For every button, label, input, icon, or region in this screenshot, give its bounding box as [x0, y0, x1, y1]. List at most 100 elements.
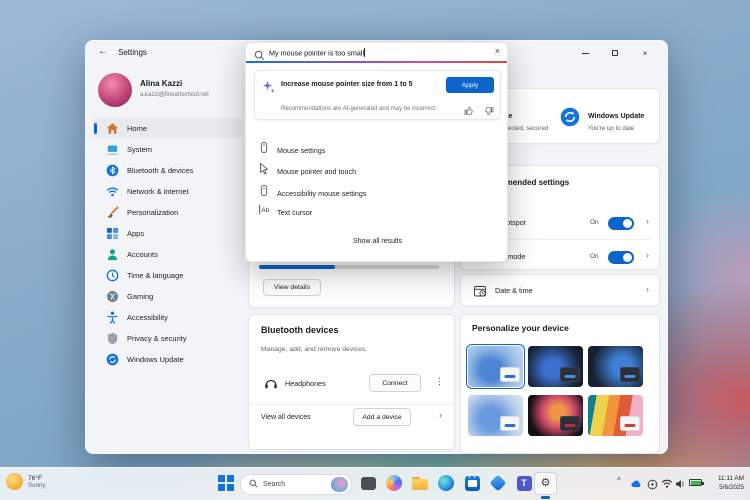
weather-widget[interactable]: 76°F Sunny [6, 473, 46, 490]
date-time-label: Date & time [495, 286, 533, 295]
task-view-button[interactable] [359, 474, 377, 492]
sidebar-item-personalization[interactable]: Personalization [93, 202, 243, 222]
security-icon[interactable] [647, 479, 658, 490]
update-icon [105, 352, 119, 366]
search-highlight-image [331, 477, 348, 492]
sidebar-item-label: Apps [127, 229, 144, 238]
sidebar-item-system[interactable]: System [93, 139, 243, 159]
theme-thumbnail-4[interactable] [468, 395, 523, 436]
m365-copilot-button[interactable] [489, 474, 507, 492]
search-result-text-cursor[interactable]: Ab Text cursor [246, 203, 509, 221]
settings-app-button-active[interactable]: ⚙ [534, 472, 557, 495]
hotspot-toggle[interactable] [608, 217, 634, 230]
user-email: a.kazzi@fineartschool.net [140, 92, 209, 98]
wifi-icon [105, 184, 119, 198]
suggestion-title: Increase mouse pointer size from 1 to 5 [281, 81, 413, 88]
search-result-mouse-pointer[interactable]: Mouse pointer and touch [246, 162, 509, 180]
store-button[interactable] [463, 474, 481, 492]
theme-thumbnail-1[interactable] [468, 346, 523, 387]
result-label: Text cursor [277, 208, 312, 217]
airplane-state: On [590, 253, 599, 260]
windows-update-icon [560, 107, 580, 132]
chevron-right-icon[interactable]: › [646, 251, 649, 260]
onedrive-icon[interactable] [630, 479, 643, 488]
personalize-card: Personalize your device [460, 314, 660, 454]
sidebar-item-time-language[interactable]: Time & language [93, 265, 243, 285]
text-caret [364, 48, 365, 57]
tray-wifi-icon[interactable] [661, 479, 673, 489]
sidebar-item-home[interactable]: Home [93, 118, 243, 138]
chevron-right-icon[interactable]: › [646, 217, 649, 226]
show-all-results-link[interactable]: Show all results [246, 238, 509, 245]
windows-logo-icon [218, 475, 234, 491]
more-options-icon[interactable]: ⋮ [435, 376, 444, 387]
sidebar-item-label: Home [127, 124, 147, 133]
sidebar-item-label: System [127, 145, 152, 154]
tray-chevron-up-icon[interactable]: ^ [617, 476, 621, 485]
sparkle-icon [262, 80, 275, 98]
file-explorer-button[interactable] [411, 474, 429, 492]
bluetooth-icon [105, 163, 119, 177]
storage-progress-track [259, 265, 439, 269]
taskbar-search[interactable]: Search [240, 474, 352, 495]
sidebar-item-accounts[interactable]: Accounts [93, 244, 243, 264]
m365-icon [490, 475, 507, 492]
desktop: ← Settings × Alina Kazzi a.kazzi@fineart… [0, 0, 750, 500]
theme-thumbnail-2[interactable] [528, 346, 583, 387]
volume-icon[interactable] [675, 479, 686, 489]
theme-thumbnail-5[interactable] [528, 395, 583, 436]
tray-time: 11:11 AM [718, 474, 744, 483]
update-card-status: You're up to date [588, 125, 634, 132]
connect-button[interactable]: Connect [369, 374, 421, 392]
theme-thumbnail-3[interactable] [588, 346, 643, 387]
sidebar-item-windows-update[interactable]: Windows Update [93, 349, 243, 369]
apply-button[interactable]: Apply [446, 77, 494, 93]
add-device-button[interactable]: Add a device [353, 408, 411, 426]
search-result-accessibility-mouse[interactable]: Accessibility mouse settings [246, 184, 509, 202]
date-time-row[interactable]: Date & time › [460, 274, 660, 306]
user-name: Alina Kazzi [140, 79, 182, 88]
sidebar-item-privacy[interactable]: Privacy & security [93, 328, 243, 348]
copilot-button[interactable] [385, 474, 403, 492]
sidebar-item-apps[interactable]: Apps [93, 223, 243, 243]
clock-widget[interactable]: 11:11 AM 5/6/2025 [718, 474, 744, 493]
edge-icon [438, 475, 454, 491]
sidebar-item-accessibility[interactable]: Accessibility [93, 307, 243, 327]
minimize-button[interactable] [573, 45, 597, 61]
sun-icon [6, 473, 23, 490]
bluetooth-title: Bluetooth devices [261, 325, 339, 335]
teams-button[interactable]: T [515, 474, 533, 492]
maximize-button[interactable] [603, 45, 627, 61]
search-input[interactable]: My mouse pointer is too small [269, 48, 365, 58]
bluetooth-subtitle: Manage, add, and remove devices. [261, 346, 367, 353]
teams-icon: T [517, 476, 532, 491]
clear-search-icon[interactable]: × [495, 46, 500, 56]
sidebar-item-network[interactable]: Network & internet [93, 181, 243, 201]
battery-icon[interactable] [689, 479, 702, 486]
device-name: Headphones [285, 379, 326, 388]
system-icon [105, 142, 119, 156]
thumbs-up-icon[interactable] [464, 103, 475, 121]
search-result-mouse-settings[interactable]: Mouse settings [246, 141, 509, 159]
close-window-button[interactable]: × [633, 45, 657, 61]
view-all-devices-link[interactable]: View all devices [261, 414, 311, 421]
airplane-toggle[interactable] [608, 251, 634, 264]
theme-thumbnail-6[interactable] [588, 395, 643, 436]
gear-icon: ⚙ [541, 478, 551, 489]
sidebar-item-label: Privacy & security [127, 334, 187, 343]
pointer-icon [258, 162, 270, 180]
edge-button[interactable] [437, 474, 455, 492]
personalize-title: Personalize your device [472, 323, 569, 333]
sidebar-item-gaming[interactable]: Gaming [93, 286, 243, 306]
start-button[interactable] [217, 474, 235, 492]
svg-text:Ab: Ab [261, 207, 269, 214]
thumbs-down-icon[interactable] [483, 104, 494, 122]
clock-icon [105, 268, 119, 282]
home-icon [105, 121, 119, 135]
sidebar-item-label: Accounts [127, 250, 158, 259]
sidebar-item-label: Windows Update [127, 355, 184, 364]
view-details-button[interactable]: View details [263, 279, 321, 296]
back-icon[interactable]: ← [98, 46, 108, 57]
sidebar-item-bluetooth[interactable]: Bluetooth & devices [93, 160, 243, 180]
avatar[interactable] [98, 73, 132, 107]
